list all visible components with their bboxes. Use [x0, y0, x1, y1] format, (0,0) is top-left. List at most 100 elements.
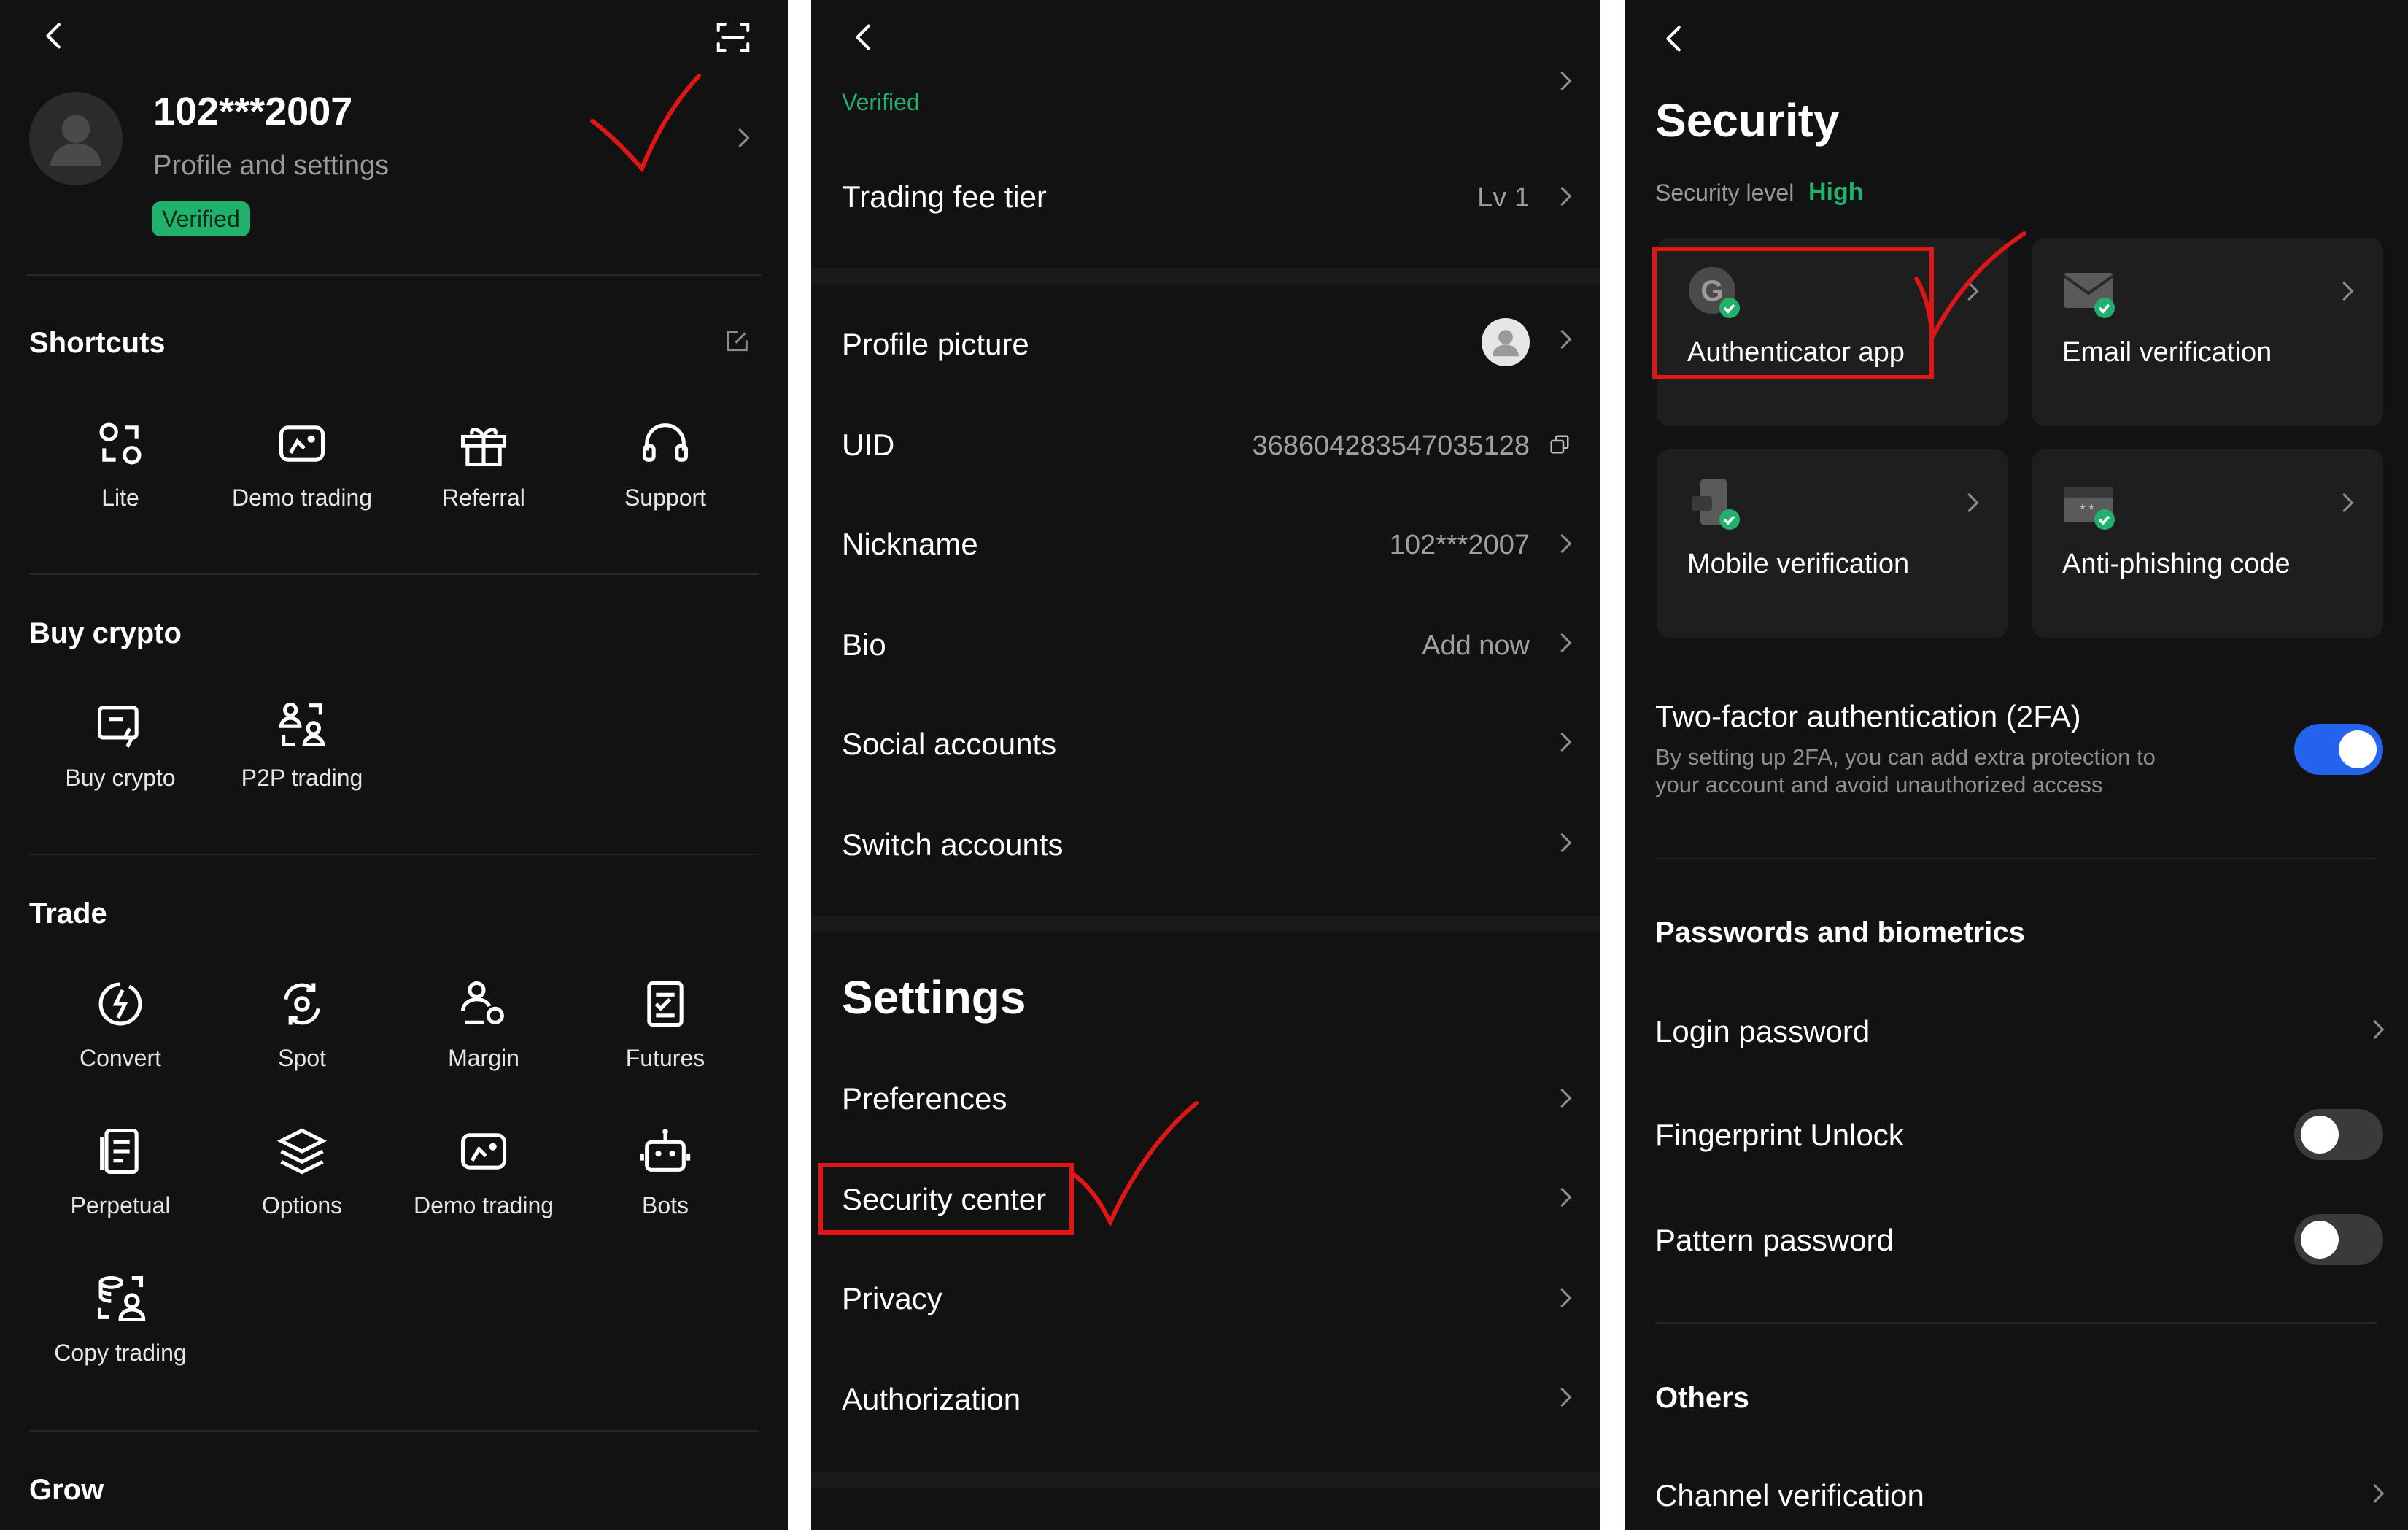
shortcut-referral[interactable]: Referral [396, 416, 571, 511]
mobile-icon [1686, 476, 1744, 534]
grow-title: Grow [29, 1474, 104, 1506]
chevron-right-icon [1552, 1284, 1579, 1312]
others-section-title: Others [1655, 1382, 1749, 1414]
chevron-right-icon [729, 124, 757, 152]
section-separator [811, 268, 1600, 285]
trade-label: Futures [625, 1045, 705, 1071]
chevron-right-icon [1552, 325, 1579, 353]
trade-perpetual[interactable]: Perpetual [33, 1124, 208, 1219]
trade-copy-trading[interactable]: Copy trading [33, 1271, 208, 1367]
scan-icon[interactable] [713, 18, 753, 57]
settings-panel: Verified Trading fee tier Lv 1 Profile p… [811, 0, 1600, 1530]
trade-options[interactable]: Options [214, 1124, 390, 1219]
row-value: 102***2007 [1389, 530, 1530, 560]
anti-phishing-icon: ** [2061, 476, 2119, 534]
trade-convert[interactable]: Convert [33, 976, 208, 1072]
shortcut-label: Support [624, 484, 707, 511]
profile-subtitle: Profile and settings [153, 150, 390, 181]
shortcut-label: Demo trading [231, 484, 373, 511]
toggle-knob [2301, 1221, 2339, 1259]
shortcut-label: Buy crypto [65, 765, 176, 791]
card-mobile-verification[interactable]: Mobile verification [1657, 449, 2008, 638]
margin-icon [456, 976, 511, 1032]
trade-title: Trade [29, 897, 107, 930]
chevron-right-icon[interactable] [1552, 67, 1579, 95]
divider [29, 854, 759, 855]
p2p-icon [274, 696, 330, 752]
row-value: Lv 1 [1477, 182, 1530, 213]
username: 102***2007 [153, 90, 353, 134]
convert-icon [93, 976, 148, 1032]
row-label: Login password [1655, 1014, 1870, 1048]
trade-margin[interactable]: Margin [396, 976, 571, 1072]
profile-panel: 102***2007 Profile and settings Verified… [0, 0, 788, 1530]
verification-status: Verified [842, 89, 920, 115]
row-label: Preferences [842, 1081, 1007, 1116]
shortcut-label: P2P trading [241, 765, 363, 791]
chevron-right-icon [1552, 1084, 1579, 1112]
card-label: Anti-phishing code [2062, 549, 2291, 579]
row-label: Profile picture [842, 327, 1029, 361]
toggle-knob [2339, 730, 2377, 768]
divider [29, 1430, 759, 1432]
row-label: Authorization [842, 1382, 1021, 1416]
back-arrow-icon[interactable] [1658, 22, 1692, 55]
chevron-right-icon [1552, 629, 1579, 657]
trade-demo-trading[interactable]: Demo trading [396, 1124, 571, 1219]
chevron-right-icon [1552, 1183, 1579, 1211]
back-arrow-icon[interactable] [38, 19, 71, 53]
card-email-verification[interactable]: Email verification [2032, 238, 2383, 426]
trade-futures[interactable]: Futures [578, 976, 753, 1072]
shortcut-support[interactable]: Support [578, 416, 753, 511]
row-label: UID [842, 428, 895, 462]
section-separator [811, 916, 1600, 932]
demo-trading-icon [274, 416, 330, 471]
toggle-knob [2301, 1116, 2339, 1154]
avatar [29, 92, 123, 185]
divider [29, 573, 759, 575]
card-anti-phishing-code[interactable]: ** Anti-phishing code [2032, 449, 2383, 638]
trade-label: Demo trading [413, 1192, 554, 1218]
trade-bots[interactable]: Bots [578, 1124, 753, 1219]
copy-icon[interactable] [1549, 433, 1571, 455]
red-highlight-box [1652, 247, 1934, 379]
shortcut-p2p-trading[interactable]: P2P trading [214, 696, 390, 792]
shortcut-demo-trading[interactable]: Demo trading [214, 416, 390, 511]
red-checkmark-annotation [1072, 1101, 1199, 1226]
demo-trading-icon [456, 1124, 511, 1179]
trade-label: Margin [448, 1045, 519, 1071]
bot-icon [638, 1124, 693, 1179]
twofa-description: By setting up 2FA, you can add extra pro… [1655, 744, 2156, 770]
chevron-right-icon [1552, 728, 1579, 756]
row-label: Social accounts [842, 727, 1057, 761]
trade-spot[interactable]: Spot [214, 976, 390, 1072]
shortcut-buy-crypto[interactable]: Buy crypto [33, 696, 208, 792]
copy-trading-icon [93, 1271, 148, 1326]
row-label: Bio [842, 627, 886, 662]
back-arrow-icon[interactable] [848, 20, 881, 54]
pattern-toggle[interactable] [2294, 1214, 2383, 1265]
edit-icon[interactable] [722, 327, 751, 356]
shortcuts-title: Shortcuts [29, 327, 166, 359]
trade-label: Perpetual [70, 1192, 171, 1218]
shortcut-lite[interactable]: Lite [33, 416, 208, 511]
chevron-right-icon [1552, 1383, 1579, 1411]
row-label: Channel verification [1655, 1478, 1924, 1512]
shortcut-label: Referral [442, 484, 525, 511]
red-highlight-box [818, 1163, 1074, 1235]
chevron-right-icon [2334, 277, 2361, 305]
shortcut-label: Lite [101, 484, 139, 511]
row-label: Switch accounts [842, 827, 1064, 862]
buy-crypto-icon [93, 696, 148, 752]
red-checkmark-annotation [590, 74, 701, 172]
page-title: Security [1655, 94, 1840, 147]
twofa-description: your account and avoid unauthorized acce… [1655, 772, 2103, 797]
card-label: Email verification [2062, 337, 2272, 368]
fingerprint-toggle[interactable] [2294, 1109, 2383, 1160]
twofa-toggle[interactable] [2294, 724, 2383, 775]
chevron-right-icon [1959, 489, 1986, 517]
red-checkmark-annotation [1914, 231, 2026, 344]
trade-label: Convert [79, 1045, 162, 1071]
profile-picture-avatar [1482, 318, 1530, 366]
row-label: Fingerprint Unlock [1655, 1118, 1904, 1152]
